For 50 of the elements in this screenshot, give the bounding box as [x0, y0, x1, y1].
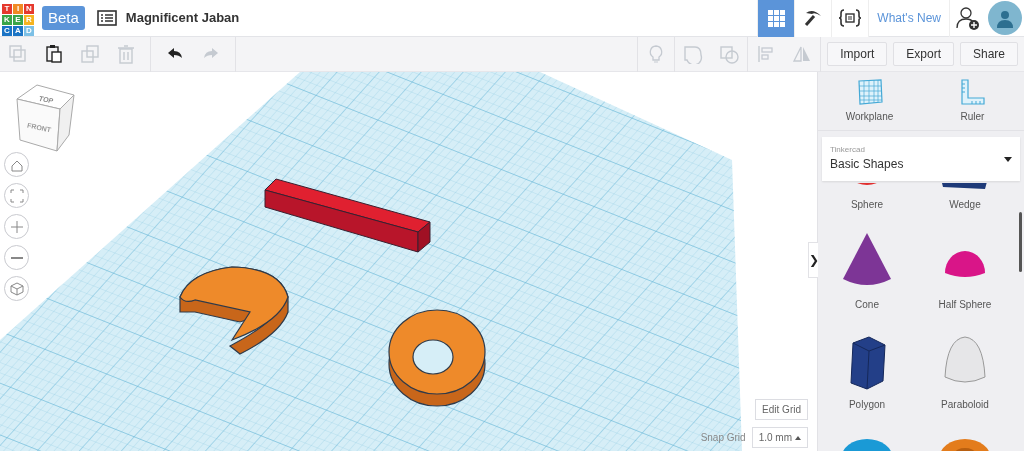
workplane-icon [855, 78, 884, 106]
box-shape[interactable] [264, 178, 431, 253]
braces-icon [838, 8, 863, 28]
zoom-out-icon [10, 256, 23, 259]
mirror-icon [792, 44, 813, 64]
library-dropdown[interactable]: Tinkercad Basic Shapes [822, 137, 1020, 181]
shape-label: Sphere [850, 198, 884, 212]
copy-icon [8, 44, 28, 64]
hole-shape-icon [719, 44, 740, 64]
shape-icon [683, 44, 704, 64]
toolbar-button[interactable]: Export [893, 42, 954, 66]
collapse-toggle[interactable]: ❯ [808, 242, 818, 278]
avatar[interactable] [988, 1, 1022, 35]
zoom-in-icon [8, 218, 25, 235]
duplicate-icon [80, 44, 100, 64]
ruler-icon [958, 78, 987, 106]
ring-shape[interactable] [388, 309, 486, 407]
shape-label: Paraboloid [941, 398, 989, 412]
shape-label: Half Sphere [938, 298, 992, 312]
library-caption: Tinkercad [830, 145, 866, 155]
code-tab[interactable] [831, 0, 869, 37]
pie-shape[interactable] [179, 266, 289, 355]
caret-icon [795, 435, 801, 440]
shape-label: Wedge [949, 198, 981, 212]
zoom-out-button[interactable] [4, 245, 29, 270]
shape-label: Polygon [848, 398, 886, 412]
snap-grid-dropdown[interactable]: 1.0 mm [751, 427, 808, 448]
shape-label: Cone [855, 298, 879, 312]
library-value: Basic Shapes [830, 156, 904, 173]
ruler-tool[interactable]: Ruler [921, 72, 1024, 125]
pickaxe-tab[interactable] [794, 0, 832, 37]
snap-grid-label: Snap Grid [700, 431, 746, 445]
grid-icon [767, 9, 785, 27]
beta-badge: Beta [42, 6, 85, 30]
design-title: Magnificent Jaban [125, 9, 240, 28]
trash-icon [116, 44, 136, 64]
scrollbar[interactable] [1019, 212, 1022, 272]
caret-icon [1004, 156, 1012, 162]
paste-icon [44, 44, 64, 64]
toolbar-button[interactable]: Share [959, 42, 1018, 66]
perspective-button[interactable] [4, 276, 29, 301]
fit-icon [8, 187, 25, 204]
logo[interactable]: T I N K E R C A D [2, 3, 34, 36]
workplane-tool[interactable]: Workplane [818, 72, 921, 125]
perspective-icon [8, 280, 25, 297]
toolbar-button[interactable]: Import [827, 42, 888, 66]
view-cube-icon[interactable] [16, 84, 75, 152]
list-icon[interactable] [96, 10, 117, 26]
edit-grid-button[interactable]: Edit Grid [755, 399, 808, 420]
add-user-icon[interactable] [956, 6, 980, 30]
